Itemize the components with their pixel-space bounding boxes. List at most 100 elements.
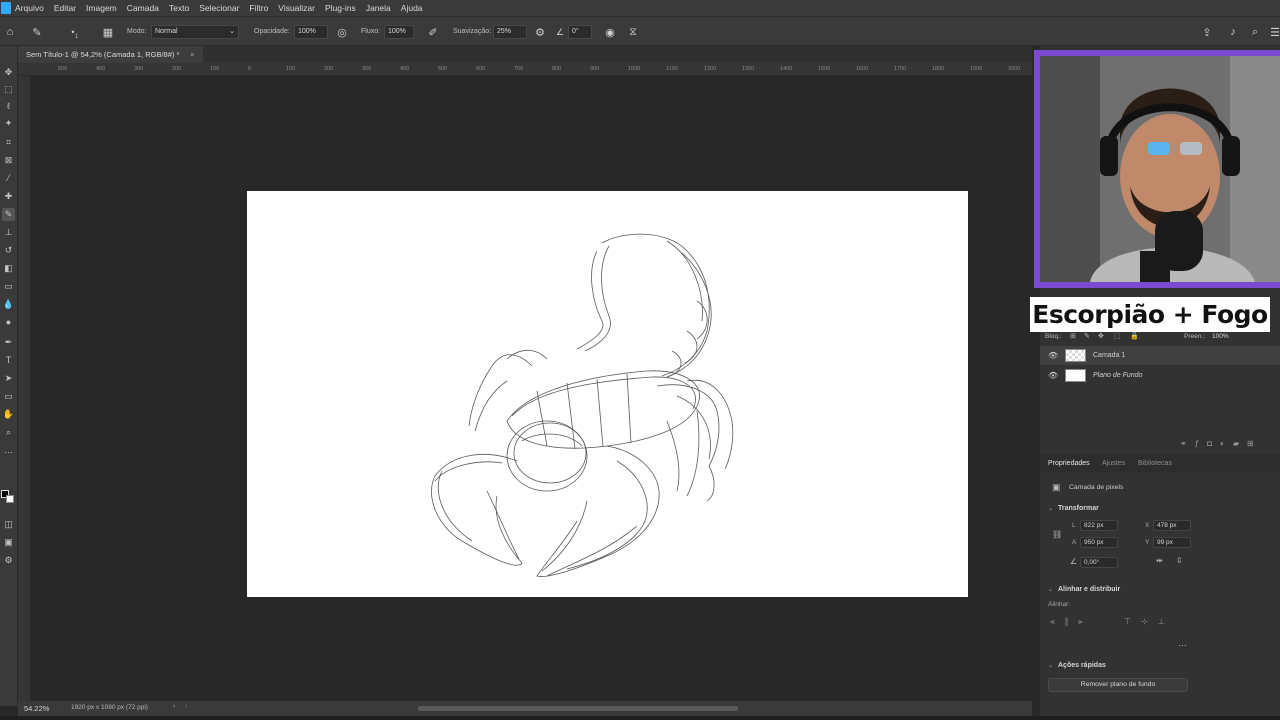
canvas-workspace[interactable]: [31, 76, 1032, 701]
home-icon[interactable]: ⌂: [3, 25, 17, 39]
layer-name[interactable]: Camada 1: [1093, 346, 1125, 365]
flow-field[interactable]: 100%: [384, 25, 414, 39]
chevron-down-icon[interactable]: ⌄: [1048, 662, 1053, 669]
eye-icon[interactable]: 👁: [1048, 366, 1058, 385]
menu-camada[interactable]: Camada: [127, 3, 159, 13]
tab-propriedades[interactable]: Propriedades: [1048, 460, 1090, 467]
align-center-icon[interactable]: ⫼: [1065, 617, 1079, 626]
pressure-opacity-icon[interactable]: ◎: [335, 25, 349, 39]
photoshop-logo-icon[interactable]: [1, 2, 11, 14]
search-icon[interactable]: ⌕: [1248, 25, 1262, 39]
x-field[interactable]: 478 px: [1153, 520, 1191, 531]
remove-background-button[interactable]: Remover plano de fundo: [1048, 678, 1188, 692]
history-brush-tool-icon[interactable]: ↺: [2, 244, 15, 257]
menu-filtro[interactable]: Filtro: [249, 3, 268, 13]
move-tool-icon[interactable]: ✥: [2, 66, 15, 79]
chevron-down-icon[interactable]: ⌄: [1048, 505, 1053, 512]
chevron-right-icon[interactable]: ›: [173, 703, 175, 710]
menu-plugins[interactable]: Plug-ins: [325, 3, 356, 13]
tab-ajustes[interactable]: Ajustes: [1102, 460, 1125, 467]
workspace-icon[interactable]: ☰: [1268, 25, 1280, 39]
fx-icon[interactable]: ƒ: [1195, 439, 1207, 448]
quick-mask-icon[interactable]: ◫: [2, 518, 15, 531]
marquee-tool-icon[interactable]: ⬚: [2, 83, 15, 96]
menu-selecionar[interactable]: Selecionar: [199, 3, 239, 13]
screen-mode-icon[interactable]: ▣: [2, 536, 15, 549]
close-tab-icon[interactable]: ×: [190, 46, 194, 63]
menu-texto[interactable]: Texto: [169, 3, 189, 13]
layer-row-plano-de-fundo[interactable]: 👁 Plano de Fundo: [1040, 366, 1280, 385]
document-info[interactable]: 1920 px x 1080 px (72 ppi): [71, 704, 148, 711]
crop-tool-icon[interactable]: ⌗: [2, 136, 15, 149]
chevron-down-icon[interactable]: ⌄: [1048, 586, 1053, 593]
document-canvas[interactable]: [247, 191, 968, 597]
folder-icon[interactable]: ▰: [1233, 439, 1247, 448]
extra-tools-icon[interactable]: ⚙: [2, 554, 15, 567]
layer-name[interactable]: Plano de Fundo: [1093, 366, 1142, 385]
pen-tool-icon[interactable]: ✒: [2, 336, 15, 349]
blur-tool-icon[interactable]: 💧: [2, 298, 15, 311]
scroll-left-icon[interactable]: ‹: [185, 703, 187, 710]
share-icon[interactable]: ⇪: [1200, 25, 1214, 39]
bell-icon[interactable]: ♪: [1226, 25, 1240, 39]
eraser-tool-icon[interactable]: ◧: [2, 262, 15, 275]
dodge-tool-icon[interactable]: ●: [2, 316, 15, 329]
brush-tool-icon[interactable]: ✎: [30, 25, 44, 39]
align-middle-icon[interactable]: ⊹: [1141, 617, 1158, 626]
eye-icon[interactable]: 👁: [1048, 346, 1058, 365]
gradient-tool-icon[interactable]: ▭: [2, 280, 15, 293]
lock-transparency-icon[interactable]: ⊞: [1070, 332, 1076, 340]
flip-horizontal-icon[interactable]: ⇹: [1156, 556, 1163, 565]
lock-artboard-icon[interactable]: ⬚: [1114, 332, 1121, 340]
rotate-field[interactable]: 0,00°: [1080, 557, 1118, 568]
document-tab[interactable]: Sem Título-1 @ 54,2% (Camada 1, RGB/8#) …: [18, 46, 203, 63]
transform-title[interactable]: Transformar: [1058, 505, 1099, 512]
adjustment-icon[interactable]: ◐: [1220, 439, 1233, 448]
airbrush-icon[interactable]: ✐: [426, 25, 440, 39]
path-selection-tool-icon[interactable]: ➤: [2, 372, 15, 385]
new-layer-icon[interactable]: ⊞: [1247, 439, 1262, 448]
align-title[interactable]: Alinhar e distribuir: [1058, 586, 1120, 593]
align-right-icon[interactable]: ⫸: [1078, 617, 1093, 626]
mask-icon[interactable]: ◘: [1207, 439, 1220, 448]
more-options-icon[interactable]: …: [1178, 638, 1187, 648]
rectangle-tool-icon[interactable]: ▭: [2, 390, 15, 403]
quick-actions-title[interactable]: Ações rápidas: [1058, 662, 1106, 669]
symmetry-icon[interactable]: ⧖: [626, 25, 640, 39]
tab-bibliotecas[interactable]: Bibliotecas: [1138, 460, 1172, 467]
lock-all-icon[interactable]: 🔒: [1130, 332, 1139, 340]
menu-janela[interactable]: Janela: [366, 3, 391, 13]
link-layers-icon[interactable]: ⚭: [1180, 439, 1195, 448]
lock-position-icon[interactable]: ✥: [1098, 332, 1104, 340]
frame-tool-icon[interactable]: ⊠: [2, 154, 15, 167]
angle-field[interactable]: 0°: [568, 25, 592, 39]
align-top-icon[interactable]: ⊤: [1124, 617, 1141, 626]
pressure-size-icon[interactable]: ◉: [603, 25, 617, 39]
lock-pixels-icon[interactable]: ✎: [1084, 332, 1090, 340]
type-tool-icon[interactable]: T: [2, 354, 15, 367]
horizontal-scrollbar[interactable]: [418, 706, 738, 711]
zoom-tool-icon[interactable]: ⌕: [2, 426, 15, 439]
gear-icon[interactable]: ⚙: [533, 25, 547, 39]
more-tools-icon[interactable]: …: [2, 444, 15, 457]
flip-vertical-icon[interactable]: ⇳: [1176, 556, 1183, 565]
y-field[interactable]: 99 px: [1153, 537, 1191, 548]
menu-visualizar[interactable]: Visualizar: [278, 3, 315, 13]
hand-tool-icon[interactable]: ✋: [2, 408, 15, 421]
lasso-tool-icon[interactable]: ℓ: [2, 100, 15, 113]
opacity-field[interactable]: 100%: [294, 25, 328, 39]
menu-editar[interactable]: Editar: [54, 3, 76, 13]
brush-tool-icon[interactable]: ✎: [2, 208, 15, 221]
smoothing-field[interactable]: 25%: [493, 25, 527, 39]
eyedropper-tool-icon[interactable]: ⁄: [2, 172, 15, 185]
align-bottom-icon[interactable]: ⊥: [1158, 617, 1175, 626]
menu-ajuda[interactable]: Ajuda: [401, 3, 423, 13]
healing-brush-tool-icon[interactable]: ✚: [2, 190, 15, 203]
height-field[interactable]: 950 px: [1080, 537, 1118, 548]
align-left-icon[interactable]: ⫷: [1050, 617, 1065, 626]
zoom-level[interactable]: 54.22%: [24, 704, 49, 713]
stamp-tool-icon[interactable]: ⊥: [2, 226, 15, 239]
menu-imagem[interactable]: Imagem: [86, 3, 117, 13]
background-color-swatch[interactable]: [6, 495, 14, 503]
layer-row-camada-1[interactable]: 👁 Camada 1: [1040, 346, 1280, 365]
